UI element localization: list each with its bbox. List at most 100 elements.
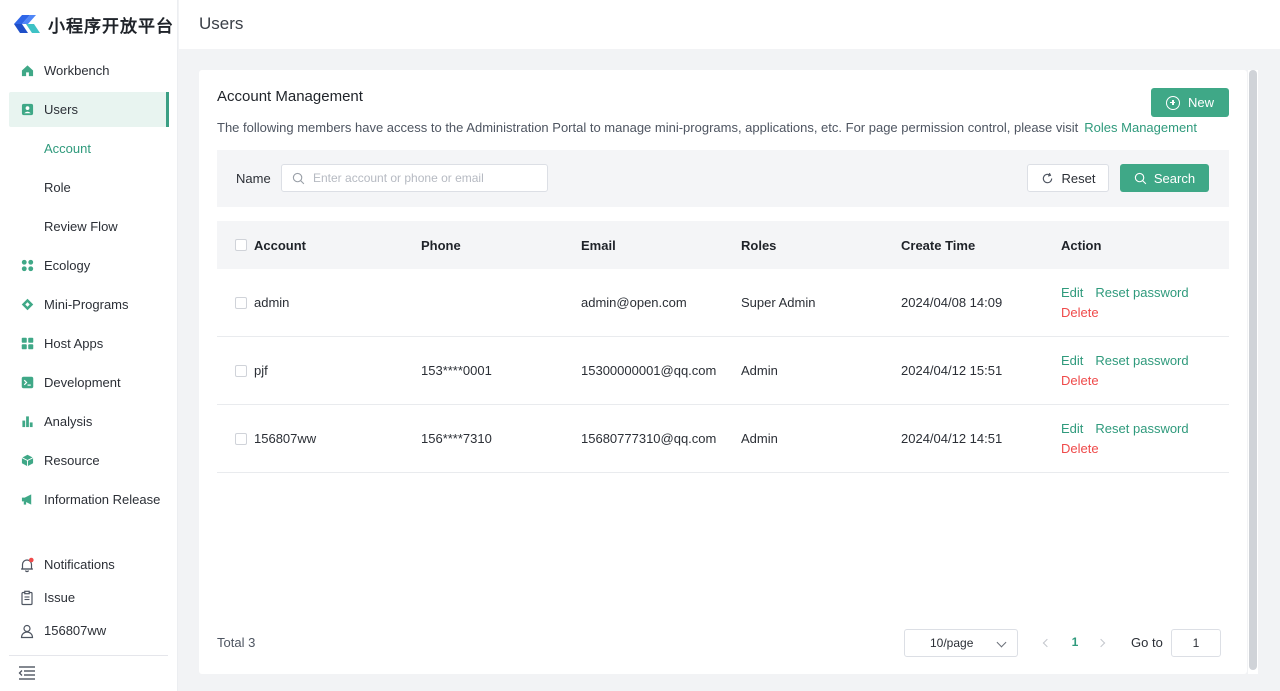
user-icon: [20, 103, 34, 117]
scrollbar-thumb[interactable]: [1249, 70, 1257, 670]
header-account: Account: [217, 221, 421, 269]
search-button[interactable]: Search: [1120, 164, 1209, 192]
card-title: Account Management: [217, 88, 363, 105]
profile-icon: [19, 623, 35, 639]
search-icon: [1134, 172, 1147, 184]
prev-page-icon[interactable]: [1039, 636, 1053, 650]
scrollbar[interactable]: [1248, 70, 1258, 674]
sidebar-item-analysis[interactable]: Analysis: [0, 402, 178, 441]
sidebar-subitem-review-flow[interactable]: Review Flow: [0, 207, 178, 246]
sidebar-item-ecology[interactable]: Ecology: [0, 246, 178, 285]
home-icon: [20, 64, 34, 78]
phone-cell: 156****7310: [421, 431, 492, 446]
sidebar-item-notifications[interactable]: Notifications: [0, 548, 178, 581]
edit-link[interactable]: Edit: [1061, 351, 1083, 371]
delete-link[interactable]: Delete: [1061, 439, 1099, 459]
column-header: Action: [1061, 237, 1102, 253]
sidebar-item-label: Users: [44, 102, 78, 117]
sidebar-bottom: Notifications Issue 156807ww: [0, 548, 178, 647]
sidebar-subitem-role[interactable]: Role: [0, 168, 178, 207]
sidebar-item-label: Analysis: [44, 414, 93, 429]
sidebar: 小程序开放平台 Workbench Users Account Role Rev…: [0, 0, 178, 691]
new-account-button[interactable]: New: [1151, 88, 1229, 117]
page-header: Users: [179, 0, 1280, 49]
sidebar-subitem-account[interactable]: Account: [0, 129, 178, 168]
total-count: Total 3: [217, 635, 256, 650]
sidebar-divider: [9, 655, 168, 656]
search-icon: [292, 172, 305, 184]
sidebar-item-label: Resource: [44, 453, 100, 468]
action-cell: Edit Reset password Delete: [1061, 337, 1229, 404]
edit-link[interactable]: Edit: [1061, 419, 1083, 439]
reset-password-link[interactable]: Reset password: [1095, 351, 1188, 371]
sidebar-item-host-apps[interactable]: Host Apps: [0, 324, 178, 363]
search-label: Search: [1153, 170, 1196, 186]
search-field[interactable]: [281, 164, 548, 192]
clipboard-icon: [19, 590, 35, 606]
name-filter-label: Name: [236, 171, 271, 186]
table-row: pjf 153****0001 15300000001@qq.com Admin…: [217, 337, 1229, 405]
table-row: admin admin@open.com Super Admin 2024/04…: [217, 269, 1229, 337]
sidebar-item-label: Information Release: [44, 492, 161, 507]
diamond-icon: [20, 298, 34, 312]
page-title: Users: [199, 14, 244, 33]
sidebar-item-development[interactable]: Development: [0, 363, 178, 402]
add-circle-icon: [1165, 95, 1180, 110]
sidebar-item-workbench[interactable]: Workbench: [0, 51, 178, 90]
collapse-menu-icon[interactable]: [18, 665, 36, 681]
chevron-down-icon: [996, 637, 1007, 648]
row-checkbox[interactable]: [235, 432, 247, 445]
column-header: Roles: [741, 237, 777, 253]
create-time-cell: 2024/04/12 15:51: [901, 363, 1003, 378]
delete-link[interactable]: Delete: [1061, 303, 1099, 323]
filter-bar: Name Reset Search: [217, 150, 1229, 207]
account-name: pjf: [254, 363, 268, 378]
cube-icon: [20, 454, 34, 468]
action-cell: Edit Reset password Delete: [1061, 269, 1229, 336]
sidebar-item-label: 156807ww: [44, 623, 107, 638]
account-name: admin: [254, 295, 290, 310]
reset-password-link[interactable]: Reset password: [1095, 419, 1188, 439]
reset-button[interactable]: Reset: [1027, 164, 1109, 192]
goto-label: Go to: [1131, 635, 1163, 650]
select-all-checkbox[interactable]: [235, 239, 247, 251]
create-time-cell: 2024/04/08 14:09: [901, 295, 1003, 310]
sidebar-item-users[interactable]: Users: [9, 92, 169, 127]
page-number[interactable]: 1: [1065, 635, 1085, 649]
email-cell: 15680777310@qq.com: [581, 431, 717, 446]
sidebar-item-profile[interactable]: 156807ww: [0, 614, 178, 647]
email-cell: 15300000001@qq.com: [581, 363, 717, 378]
account-cell: 156807ww: [217, 405, 421, 472]
page-size-select[interactable]: 10/page: [904, 629, 1018, 657]
roles-management-link[interactable]: Roles Management: [1084, 120, 1197, 135]
account-cell: pjf: [217, 337, 421, 404]
sidebar-item-label: Workbench: [44, 63, 110, 78]
sidebar-item-resource[interactable]: Resource: [0, 441, 178, 480]
delete-link[interactable]: Delete: [1061, 371, 1099, 391]
sidebar-item-label: Issue: [44, 590, 76, 605]
sidebar-item-information-release[interactable]: Information Release: [0, 480, 178, 519]
sidebar-item-label: Ecology: [44, 258, 91, 273]
roles-cell: Super Admin: [741, 295, 816, 310]
sidebar-item-issue[interactable]: Issue: [0, 581, 178, 614]
refresh-icon: [1042, 172, 1052, 183]
email-cell: admin@open.com: [581, 295, 687, 310]
bar-chart-icon: [20, 415, 34, 429]
account-name: 156807ww: [254, 431, 317, 446]
reset-password-link[interactable]: Reset password: [1095, 283, 1188, 303]
next-page-icon[interactable]: [1095, 636, 1109, 650]
row-checkbox[interactable]: [235, 364, 247, 377]
new-button-label: New: [1187, 95, 1214, 110]
sidebar-item-label: Mini-Programs: [44, 297, 129, 312]
column-header: Create Time: [901, 237, 976, 253]
goto-page-input[interactable]: [1171, 629, 1221, 657]
search-input[interactable]: [313, 171, 533, 185]
action-cell: Edit Reset password Delete: [1061, 405, 1229, 472]
row-checkbox[interactable]: [235, 296, 247, 309]
apps-grid-icon: [20, 337, 34, 351]
roles-cell: Admin: [741, 431, 778, 446]
sidebar-item-mini-programs[interactable]: Mini-Programs: [0, 285, 178, 324]
column-header: Email: [581, 237, 616, 253]
logo[interactable]: 小程序开放平台: [12, 10, 174, 38]
edit-link[interactable]: Edit: [1061, 283, 1083, 303]
